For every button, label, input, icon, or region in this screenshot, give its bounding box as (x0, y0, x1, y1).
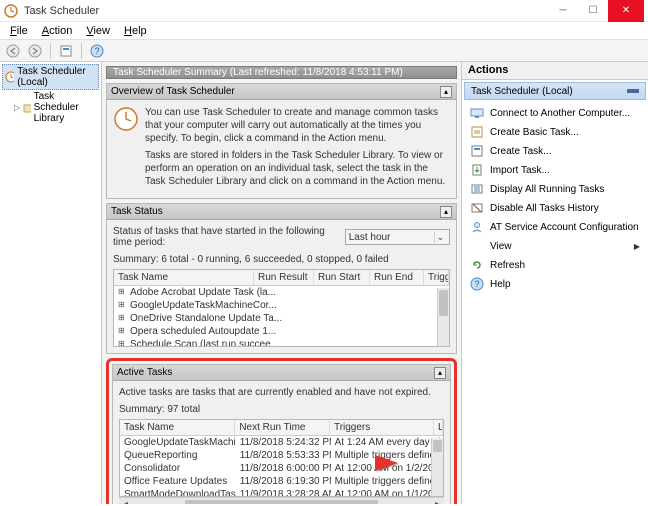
status-title: Task Status (111, 206, 163, 217)
collapse-icon[interactable]: ▴ (434, 367, 446, 379)
th-next[interactable]: Next Run Time (235, 420, 330, 435)
action-at-service[interactable]: AT Service Account Configuration (466, 218, 644, 236)
action-view[interactable]: View▶ (466, 237, 644, 255)
refresh-icon (470, 258, 484, 272)
active-desc: Active tasks are tasks that are currentl… (119, 387, 444, 398)
action-disable-history[interactable]: Disable All Tasks History (466, 199, 644, 217)
tree-root-label: Task Scheduler (Local) (17, 66, 96, 88)
maximize-button[interactable]: ☐ (578, 0, 608, 22)
menubar: File Action View Help (0, 22, 648, 40)
center-pane: Task Scheduler Summary (Last refreshed: … (102, 62, 462, 504)
action-refresh[interactable]: Refresh (466, 256, 644, 274)
table-row[interactable]: GoogleUpdateTaskMachineUA11/8/2018 5:24:… (120, 436, 443, 449)
table-row[interactable]: Office Feature Updates11/8/2018 6:19:30 … (120, 475, 443, 488)
horizontal-scrollbar[interactable]: ◂▸ (119, 497, 444, 504)
close-button[interactable]: ✕ (608, 0, 644, 22)
history-icon (470, 201, 484, 215)
svg-text:?: ? (474, 279, 479, 289)
th-triggers[interactable]: Triggers (330, 420, 434, 435)
status-section: Task Status ▴ Status of tasks that have … (106, 203, 457, 354)
import-icon (470, 163, 484, 177)
view-icon (470, 239, 484, 253)
status-table: Task Name Run Result Run Start Run End T… (113, 269, 450, 347)
status-header[interactable]: Task Status ▴ (107, 204, 456, 220)
action-import[interactable]: Import Task... (466, 161, 644, 179)
th-loc[interactable]: Location (434, 420, 443, 435)
active-title: Active Tasks (117, 367, 172, 378)
menu-help[interactable]: Help (118, 23, 153, 39)
overview-section: Overview of Task Scheduler ▴ You can use… (106, 83, 457, 199)
th-trigger[interactable]: Triggered By (424, 270, 449, 285)
collapse-icon[interactable]: ▴ (440, 206, 452, 218)
overview-p1: You can use Task Scheduler to create and… (145, 106, 450, 145)
list-icon (470, 182, 484, 196)
chevron-right-icon: ▶ (634, 242, 640, 251)
tree-pane: Task Scheduler (Local) ▷ Task Scheduler … (0, 62, 102, 504)
th-name[interactable]: Task Name (114, 270, 254, 285)
toolbar-scope-icon[interactable] (57, 42, 75, 60)
table-row[interactable]: SmartModeDownloadTask11/9/2018 3:28:28 A… (120, 488, 443, 496)
th-end[interactable]: Run End (370, 270, 424, 285)
task-icon (470, 144, 484, 158)
table-row[interactable]: Consolidator11/8/2018 6:00:00 PMAt 12:00… (120, 462, 443, 475)
toolbar: ? (0, 40, 648, 62)
help-icon: ? (470, 277, 484, 291)
status-period-label: Status of tasks that have started in the… (113, 226, 345, 248)
actions-header: Actions (462, 62, 648, 80)
expand-icon[interactable]: ▷ (14, 103, 20, 112)
table-row[interactable]: QueueReporting11/8/2018 5:53:33 PMMultip… (120, 449, 443, 462)
active-section: Active Tasks ▴ Active tasks are tasks th… (112, 364, 451, 504)
active-summary: Summary: 97 total (119, 404, 444, 415)
action-create-basic[interactable]: Create Basic Task... (466, 123, 644, 141)
active-table: Task Name Next Run Time Triggers Locatio… (119, 419, 444, 497)
action-connect[interactable]: Connect to Another Computer... (466, 104, 644, 122)
overview-header[interactable]: Overview of Task Scheduler ▴ (107, 84, 456, 100)
table-row[interactable]: ⊞Adobe Acrobat Update Task (la... (114, 286, 449, 299)
action-create-task[interactable]: Create Task... (466, 142, 644, 160)
tree-child-label: Task Scheduler Library (34, 91, 97, 124)
collapse-icon[interactable] (627, 89, 639, 93)
chevron-down-icon: ⌄ (434, 232, 446, 243)
minimize-button[interactable]: ─ (548, 0, 578, 22)
overview-title: Overview of Task Scheduler (111, 86, 235, 97)
clock-icon (113, 106, 139, 132)
table-row[interactable]: ⊞Schedule Scan (last run succee... (114, 338, 449, 346)
nav-forward-button[interactable] (26, 42, 44, 60)
active-header[interactable]: Active Tasks ▴ (113, 365, 450, 381)
tree-child[interactable]: ▷ Task Scheduler Library (2, 90, 99, 125)
menu-file[interactable]: File (4, 23, 34, 39)
toolbar-help-icon[interactable]: ? (88, 42, 106, 60)
menu-action[interactable]: Action (36, 23, 79, 39)
th-name[interactable]: Task Name (120, 420, 235, 435)
period-value: Last hour (349, 232, 391, 243)
overview-p2: Tasks are stored in folders in the Task … (145, 149, 450, 188)
action-display-running[interactable]: Display All Running Tasks (466, 180, 644, 198)
vertical-scrollbar[interactable] (431, 438, 443, 496)
svg-text:?: ? (94, 46, 99, 56)
table-row[interactable]: ⊞OneDrive Standalone Update Ta... (114, 312, 449, 325)
action-help[interactable]: ?Help (466, 275, 644, 293)
collapse-icon[interactable]: ▴ (440, 86, 452, 98)
th-result[interactable]: Run Result (254, 270, 314, 285)
titlebar: Task Scheduler ─ ☐ ✕ (0, 0, 648, 22)
period-select[interactable]: Last hour ⌄ (345, 229, 450, 245)
table-row[interactable]: ⊞Opera scheduled Autoupdate 1... (114, 325, 449, 338)
active-highlight: Active Tasks ▴ Active tasks are tasks th… (106, 358, 457, 504)
window-title: Task Scheduler (24, 5, 548, 17)
nav-back-button[interactable] (4, 42, 22, 60)
account-icon (470, 220, 484, 234)
tree-root[interactable]: Task Scheduler (Local) (2, 64, 99, 90)
task-icon (470, 125, 484, 139)
menu-view[interactable]: View (80, 23, 116, 39)
actions-subheader[interactable]: Task Scheduler (Local) (464, 82, 646, 100)
computer-icon (470, 106, 484, 120)
status-summary: Summary: 6 total - 0 running, 6 succeede… (113, 254, 450, 265)
summary-header: Task Scheduler Summary (Last refreshed: … (106, 66, 457, 79)
vertical-scrollbar[interactable] (437, 288, 449, 346)
actions-sub-label: Task Scheduler (Local) (471, 86, 573, 97)
app-icon (4, 4, 18, 18)
th-start[interactable]: Run Start (314, 270, 370, 285)
table-row[interactable]: ⊞GoogleUpdateTaskMachineCor... (114, 299, 449, 312)
actions-pane: Actions Task Scheduler (Local) Connect t… (462, 62, 648, 504)
